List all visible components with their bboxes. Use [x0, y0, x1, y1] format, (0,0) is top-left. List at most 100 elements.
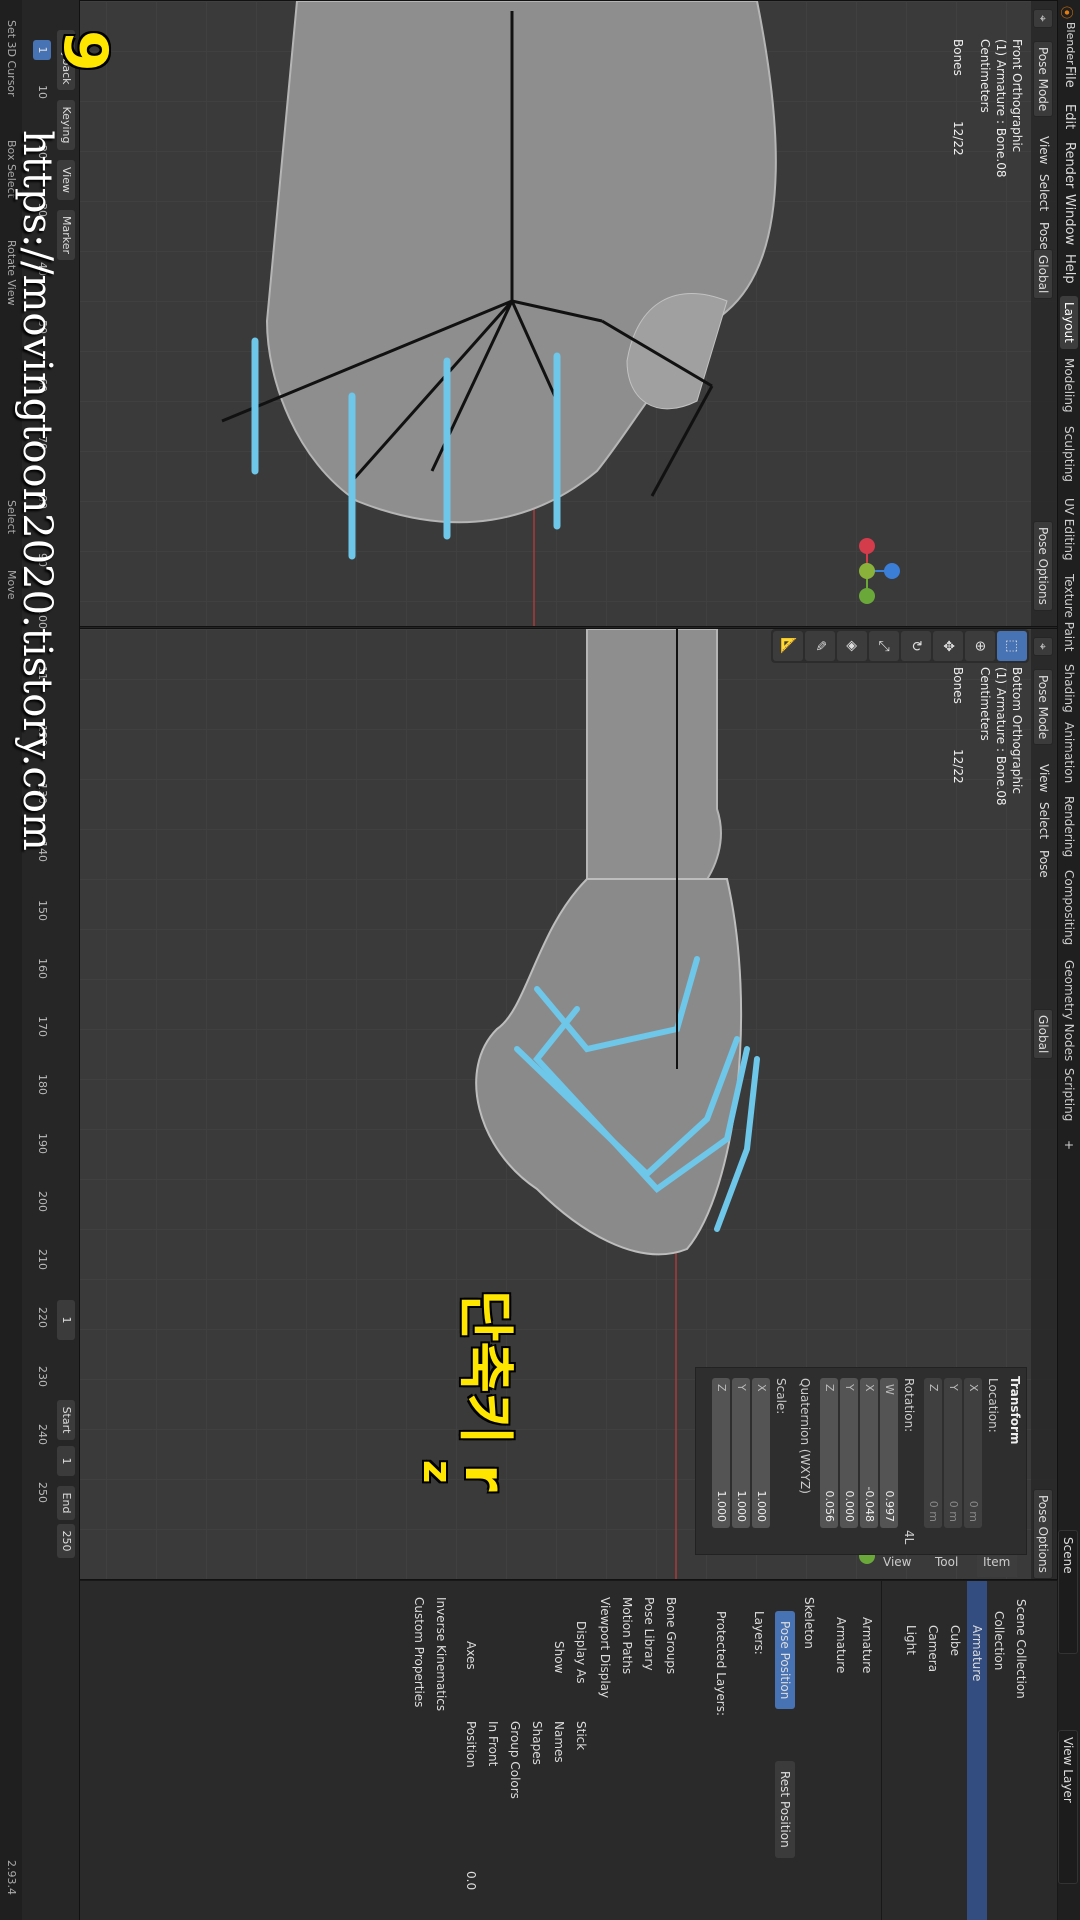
current-frame-field[interactable]: 1: [57, 1300, 75, 1340]
transform-tool-icon[interactable]: ◈: [837, 631, 867, 661]
outliner-armature[interactable]: Armature: [967, 1581, 987, 1920]
header-menu-select[interactable]: Select: [1035, 169, 1053, 216]
tab-compositing[interactable]: Compositing: [1060, 864, 1078, 951]
shapes-checkbox[interactable]: Shapes: [527, 1721, 547, 1765]
move-tool-icon[interactable]: ✥: [933, 631, 963, 661]
units: Centimeters: [978, 39, 992, 113]
axes-label: Axes: [464, 1641, 478, 1670]
scale-tool-icon[interactable]: ⤢: [869, 631, 899, 661]
tab-sculpting[interactable]: Sculpting: [1060, 420, 1078, 488]
tab-geometry-nodes[interactable]: Geometry Nodes: [1060, 954, 1078, 1067]
rest-position-button[interactable]: Rest Position: [775, 1761, 795, 1858]
custom-properties-panel[interactable]: Custom Properties: [409, 1597, 429, 1707]
orientation-selector-bottom[interactable]: Global: [1033, 1009, 1053, 1060]
tick: 170: [36, 1016, 49, 1037]
pose-options-button-bottom[interactable]: Pose Options: [1033, 1489, 1053, 1579]
display-as-selector[interactable]: Stick: [571, 1721, 591, 1750]
annotate-tool-icon[interactable]: ✎: [805, 631, 835, 661]
rotation-y-field[interactable]: Y 0.000: [840, 1378, 858, 1528]
location-x-field[interactable]: X0 m: [964, 1378, 982, 1528]
skeleton-panel[interactable]: Skeleton: [799, 1597, 819, 1649]
show-label: Show: [552, 1641, 566, 1674]
menu-file[interactable]: File: [1062, 66, 1077, 88]
blender-logo-icon[interactable]: ⦿: [1058, 6, 1077, 19]
outliner-panel: Scene Collection Collection Armature Cub…: [881, 1580, 1058, 1920]
mode-selector-bottom[interactable]: Pose Mode: [1033, 669, 1053, 746]
group-colors-checkbox[interactable]: Group Colors: [505, 1721, 525, 1799]
view-layer-selector[interactable]: View Layer: [1058, 1730, 1078, 1884]
tab-texture-paint[interactable]: Texture Paint: [1060, 568, 1078, 657]
menu-window[interactable]: Window: [1062, 194, 1077, 245]
bone-groups-panel[interactable]: Bone Groups: [661, 1597, 681, 1674]
bones-count: 12/22: [951, 121, 965, 156]
editor-type-icon[interactable]: ⌖: [1033, 9, 1053, 28]
rotation-mode-selector[interactable]: Quaternion (WXYZ): [798, 1378, 812, 1494]
view-name: Front Orthographic: [1010, 39, 1024, 153]
outliner-collection[interactable]: Collection: [989, 1611, 1009, 1670]
header-menu-select-bottom[interactable]: Select: [1035, 797, 1053, 844]
tab-uv-editing[interactable]: UV Editing: [1060, 492, 1078, 567]
rotation-z-field[interactable]: Z 0.056: [820, 1378, 838, 1528]
add-workspace-icon[interactable]: +: [1060, 1134, 1078, 1156]
outliner-light[interactable]: Light: [901, 1625, 921, 1655]
editor-type-icon-bottom[interactable]: ⌖: [1033, 637, 1053, 656]
axes-position-label: Position: [464, 1721, 478, 1768]
in-front-checkbox[interactable]: In Front: [483, 1721, 503, 1766]
tab-scripting[interactable]: Scripting: [1060, 1062, 1078, 1127]
menu-help[interactable]: Help: [1062, 254, 1077, 284]
current-frame-indicator[interactable]: 1: [33, 40, 51, 60]
step-number: 9: [50, 30, 120, 72]
armature-data-name[interactable]: Armature: [831, 1617, 851, 1673]
header-menu-view[interactable]: View: [1035, 131, 1053, 169]
pose-options-button[interactable]: Pose Options: [1033, 521, 1053, 611]
navigation-gizmo[interactable]: [827, 531, 907, 611]
axes-position-value[interactable]: 0.0: [461, 1871, 481, 1890]
n-tab-view[interactable]: View: [877, 1555, 917, 1577]
hand-rig-front: [221, 1, 777, 560]
measure-tool-icon[interactable]: 📐: [773, 631, 803, 661]
menu-render[interactable]: Render: [1062, 142, 1077, 188]
viewport-display-panel[interactable]: Viewport Display: [595, 1597, 615, 1698]
pose-library-panel[interactable]: Pose Library: [639, 1597, 659, 1671]
select-box-tool-icon[interactable]: ⬚: [997, 631, 1027, 661]
tab-animation[interactable]: Animation: [1060, 716, 1078, 789]
rotation-w-field[interactable]: W 0.997: [880, 1378, 898, 1528]
cursor-tool-icon[interactable]: ⊕: [965, 631, 995, 661]
end-label: End: [57, 1486, 75, 1520]
header-menu-view-bottom[interactable]: View: [1035, 759, 1053, 797]
scene-selector[interactable]: Scene: [1058, 1530, 1078, 1654]
viewport-bottom[interactable]: ⌖ Pose Mode View Select Pose Global Pose…: [78, 628, 1058, 1580]
names-checkbox[interactable]: Names: [549, 1721, 569, 1763]
outliner-cube[interactable]: Cube: [945, 1625, 965, 1656]
viewport-front[interactable]: ⌖ Pose Mode View Select Pose Global Pose…: [78, 0, 1058, 627]
mode-selector[interactable]: Pose Mode: [1033, 41, 1053, 118]
n-tab-tool[interactable]: Tool: [927, 1555, 967, 1577]
armature-object-name[interactable]: Armature: [857, 1617, 877, 1673]
tab-shading[interactable]: Shading: [1060, 658, 1078, 719]
menu-edit[interactable]: Edit: [1062, 104, 1077, 129]
scale-x-field[interactable]: X 1.000: [752, 1378, 770, 1528]
scale-y-field[interactable]: Y 1.000: [732, 1378, 750, 1528]
outliner-scene-collection[interactable]: Scene Collection: [1011, 1599, 1031, 1699]
end-frame-field[interactable]: 250: [57, 1524, 75, 1558]
orientation-selector[interactable]: Global: [1033, 249, 1053, 300]
protected-layers-label: Protected Layers:: [714, 1611, 728, 1716]
location-z-field[interactable]: Z0 m: [924, 1378, 942, 1528]
header-menu-pose-bottom[interactable]: Pose: [1035, 845, 1053, 883]
pose-position-button[interactable]: Pose Position: [775, 1611, 795, 1710]
tab-modeling[interactable]: Modeling: [1060, 352, 1078, 419]
tab-layout[interactable]: Layout: [1060, 296, 1078, 349]
tick: 250: [36, 1482, 49, 1503]
start-frame-field[interactable]: 1: [57, 1446, 75, 1476]
scale-z-field[interactable]: Z 1.000: [712, 1378, 730, 1528]
rotate-tool-icon[interactable]: ↻: [901, 631, 931, 661]
n-tab-item[interactable]: Item: [977, 1555, 1017, 1577]
outliner-camera[interactable]: Camera: [923, 1625, 943, 1672]
location-y-field[interactable]: Y0 m: [944, 1378, 962, 1528]
tick: 190: [36, 1133, 49, 1154]
motion-paths-panel[interactable]: Motion Paths: [617, 1597, 637, 1674]
inverse-kinematics-panel[interactable]: Inverse Kinematics: [431, 1597, 451, 1711]
tab-rendering[interactable]: Rendering: [1060, 790, 1078, 863]
lock-4l-toggle[interactable]: 4L: [902, 1530, 916, 1544]
rotation-x-field[interactable]: X -0.048: [860, 1378, 878, 1528]
